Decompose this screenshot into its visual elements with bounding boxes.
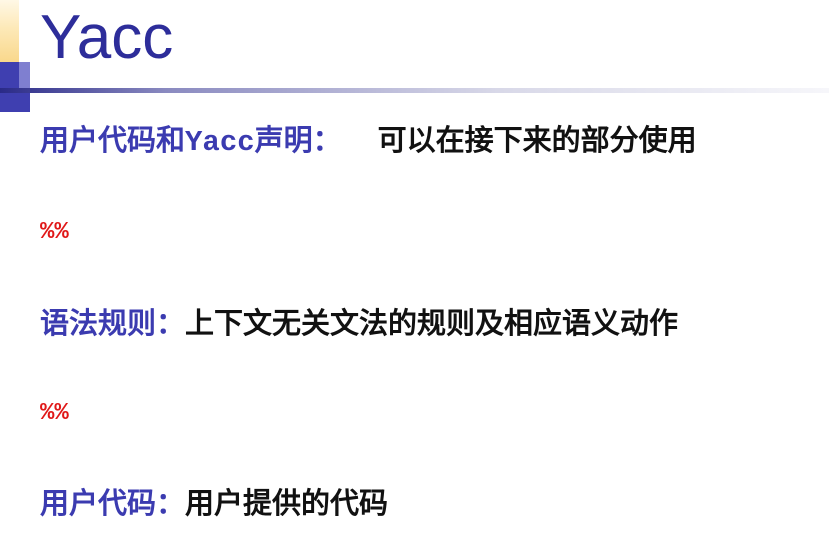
corner-decoration-yellow	[0, 0, 19, 62]
title-underline-rule	[0, 88, 829, 93]
section-user-code-label: 用户代码：	[40, 486, 186, 520]
section-separator-1: %%	[40, 219, 69, 246]
section-declarations: 用户代码和Yacc声明： 可以在接下来的部分使用	[40, 122, 697, 161]
section-user-code: 用户代码：用户提供的代码	[40, 485, 388, 521]
section-declarations-label-part2: 声明：	[254, 123, 342, 157]
section-declarations-label-part1: 用户代码和	[40, 123, 186, 157]
section-declarations-description: 可以在接下来的部分使用	[377, 123, 697, 157]
section-grammar-rules-description: 上下文无关文法的规则及相应语义动作	[185, 306, 679, 340]
section-grammar-rules-label: 语法规则：	[40, 306, 186, 340]
section-declarations-label-yacc: Yacc	[185, 126, 255, 159]
section-separator-2: %%	[40, 400, 69, 427]
slide-title: Yacc	[40, 3, 174, 72]
section-user-code-description: 用户提供的代码	[185, 486, 389, 520]
section-grammar-rules: 语法规则：上下文无关文法的规则及相应语义动作	[40, 305, 678, 341]
